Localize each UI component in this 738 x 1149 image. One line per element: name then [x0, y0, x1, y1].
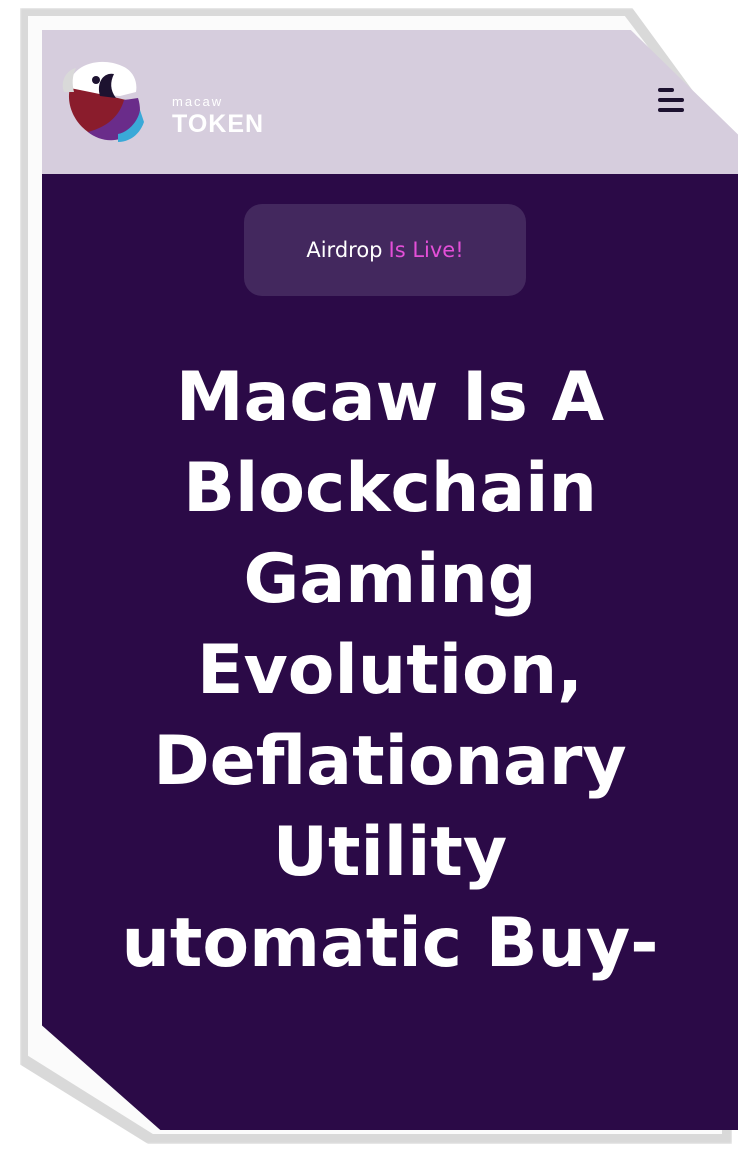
logo-wordmark-big: TOKEN — [172, 110, 265, 138]
headline-line: Blockchain — [183, 449, 597, 528]
badge-highlight-text: Is Live! — [388, 238, 464, 262]
hero-headline: Macaw Is A Blockchain Gaming Evolution, … — [42, 352, 738, 989]
macaw-parrot-icon — [62, 61, 144, 142]
hamburger-bar-middle — [658, 98, 684, 102]
site-header: macaw TOKEN — [42, 30, 738, 174]
headline-line: Deflationary — [153, 722, 627, 801]
hamburger-menu-button[interactable] — [654, 82, 694, 122]
airdrop-badge[interactable]: Airdrop Is Live! — [244, 204, 526, 296]
hamburger-bar-top — [658, 88, 674, 92]
headline-line: Macaw Is A — [175, 358, 605, 437]
headline-line: utomatic Buy- — [121, 904, 659, 983]
headline-line: Evolution, — [197, 631, 583, 710]
headline-line: Gaming — [243, 540, 537, 619]
hamburger-bar-bottom — [658, 108, 684, 112]
logo-wordmark-small: macaw — [172, 94, 224, 109]
hero-section: Airdrop Is Live! Macaw Is A Blockchain G… — [42, 174, 738, 1130]
macaw-token-logo[interactable]: macaw TOKEN — [60, 52, 263, 148]
headline-line: Utility — [272, 813, 508, 892]
badge-text: Airdrop — [306, 238, 383, 262]
mobile-screen: macaw TOKEN Airdrop Is Live! Macaw Is A … — [42, 30, 738, 1130]
